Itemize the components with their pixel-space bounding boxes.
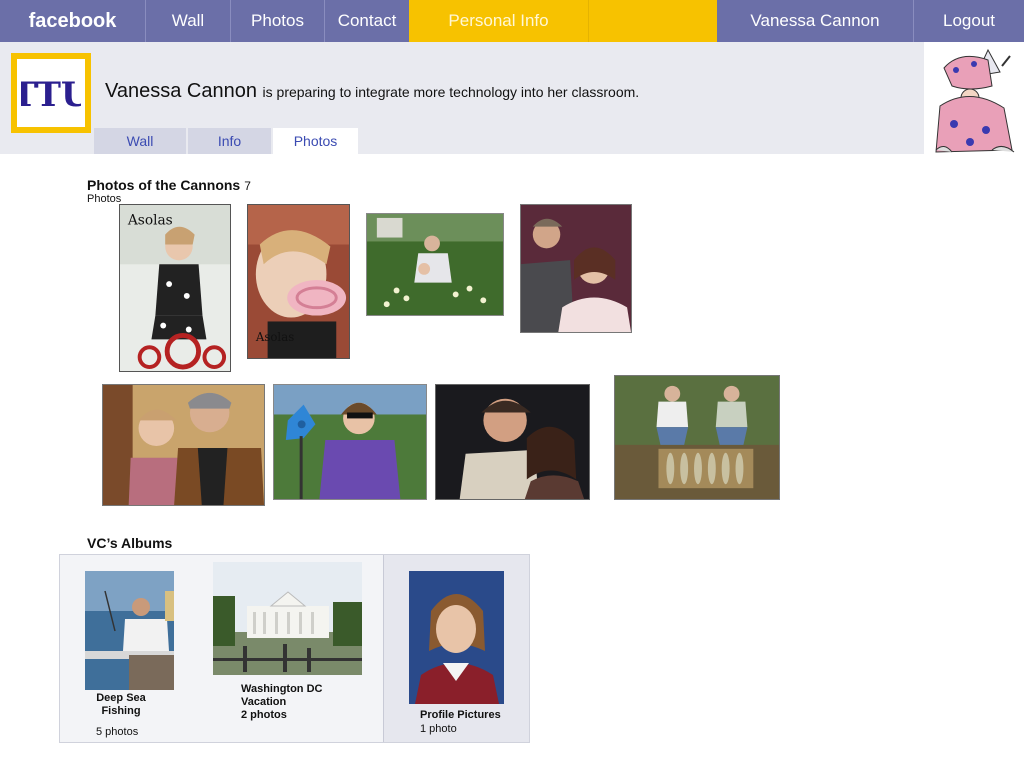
album-count-deep-sea-fishing: 5 photos [96, 726, 139, 738]
albums-section-title: VC’s Albums [87, 535, 173, 551]
facebook-logo-link[interactable]: facebook [0, 0, 145, 42]
man-with-child-in-flowers-photo[interactable] [366, 213, 504, 316]
profile-pictures-album-cover[interactable] [409, 571, 504, 704]
nav-active-highlight [588, 0, 717, 42]
logout-link[interactable]: Logout [914, 0, 1024, 42]
profile-name[interactable]: Vanessa Cannon [105, 80, 257, 102]
photos-count: 7 [244, 179, 251, 193]
svg-text:TTU: TTU [21, 75, 81, 115]
nav-user-link[interactable]: Vanessa Cannon [717, 0, 913, 42]
album-title-deep-sea-fishing[interactable]: Deep Sea Fishing [96, 692, 146, 718]
nav-photos-link[interactable]: Photos [231, 0, 324, 42]
girl-with-lollipop-photo[interactable]: Asolas [247, 204, 350, 359]
girl-on-tricycle-photo[interactable]: Asolas [119, 204, 231, 372]
nav-divider [588, 0, 589, 42]
album-title-line: Deep Sea [96, 692, 146, 704]
profile-logo[interactable]: TTU [11, 53, 91, 133]
profile-headline: Vanessa Cannon is preparing to integrate… [105, 80, 639, 103]
nav-wall-link[interactable]: Wall [146, 0, 230, 42]
album-count-profile-pictures: 1 photo [420, 723, 457, 735]
man-holding-child-photo[interactable] [102, 384, 265, 506]
nav-personal-info-link[interactable]: Personal Info [409, 0, 588, 42]
deep-sea-fishing-album-cover[interactable] [85, 571, 174, 690]
photos-section-title: Photos of the Cannons 7 [87, 177, 251, 193]
album-title-profile-pictures[interactable]: Profile Pictures [420, 709, 501, 722]
top-nav-bar: facebook Wall Photos Contact Personal In… [0, 0, 1024, 42]
two-men-with-fish-photo[interactable] [614, 375, 780, 500]
album-title-line: Fishing [101, 705, 141, 717]
photos-title-text: Photos of the Cannons [87, 177, 241, 193]
tab-info[interactable]: Info [188, 128, 271, 154]
album-count-washington-dc: 2 photos [241, 709, 287, 721]
wizard-clipart-image [930, 46, 1022, 158]
album-title-washington-dc[interactable]: Washington DC Vacation 2 photos [241, 683, 322, 722]
tab-photos[interactable]: Photos [273, 128, 358, 154]
couple-portrait-photo[interactable] [520, 204, 632, 333]
svg-text:Asolas: Asolas [255, 330, 294, 344]
albums-divider [383, 555, 384, 742]
woman-with-pinwheel-photo[interactable] [273, 384, 427, 500]
couple-selfie-photo[interactable] [435, 384, 590, 500]
svg-text:Asolas: Asolas [127, 213, 173, 229]
photos-count-label: Photos [87, 193, 122, 205]
washington-dc-album-cover[interactable] [213, 562, 362, 675]
album-title-line: Washington DC [241, 683, 323, 695]
ttu-logo-icon: TTU [17, 59, 85, 127]
album-title-line: Vacation [241, 696, 287, 708]
tab-wall[interactable]: Wall [94, 128, 186, 154]
profile-status-text: is preparing to integrate more technolog… [262, 84, 640, 100]
nav-contact-link[interactable]: Contact [325, 0, 409, 42]
